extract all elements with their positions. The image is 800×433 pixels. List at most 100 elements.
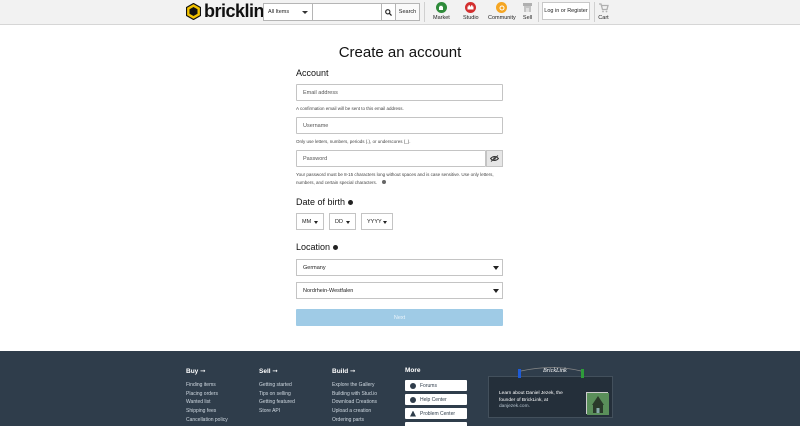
password-field[interactable]: Password [296, 150, 486, 167]
login-register-button[interactable]: Log in or Register [542, 2, 590, 20]
chat-bubble-icon [410, 382, 416, 389]
danjezek-link[interactable]: danjezek.com. [499, 404, 530, 409]
chevron-down-icon [302, 11, 308, 14]
footer-buy-heading[interactable]: Buy ➞ [186, 367, 228, 375]
footer-link[interactable]: Store API [259, 407, 295, 416]
page-title: Create an account [338, 44, 462, 61]
bricklink-logo[interactable]: bricklink [186, 2, 274, 21]
info-icon[interactable] [348, 199, 354, 205]
footer-link[interactable]: Shipping fees [186, 407, 228, 416]
info-icon[interactable] [333, 244, 339, 250]
bricklink-signature: BrickLink [543, 368, 567, 374]
region-value: Nordrhein-Westfalen [303, 287, 354, 294]
footer-link[interactable]: Download Creations [332, 398, 377, 407]
founder-promo[interactable]: Learn about Daniel Jezek, the founder of… [488, 376, 613, 418]
market-icon [435, 2, 447, 13]
footer-build-column: Build ➞ Explore the Gallery Building wit… [332, 367, 377, 425]
country-select[interactable]: Germany [296, 259, 503, 276]
region-select[interactable]: Nordrhein-Westfalen [296, 282, 503, 299]
footer-link[interactable]: Upload a creation [332, 407, 377, 416]
location-heading-text: Location [296, 242, 331, 252]
footer-more-heading: More [405, 367, 421, 374]
chevron-down-icon [493, 266, 499, 270]
dob-day-value: DD [335, 218, 343, 225]
site-footer [0, 351, 800, 426]
nav-sell-label: Sell [522, 15, 533, 21]
footer-link[interactable]: Wanted list [186, 398, 228, 407]
help-center-button[interactable]: Help Center [405, 394, 467, 405]
eye-slash-icon [490, 155, 499, 162]
footer-link[interactable]: Getting started [259, 381, 295, 390]
warning-icon [410, 410, 416, 417]
nav-community-label: Community [488, 15, 516, 21]
footer-link[interactable]: Explore the Gallery [332, 381, 377, 390]
account-heading-text: Account [296, 68, 329, 78]
footer-link[interactable]: Ordering parts [332, 416, 377, 425]
dob-year-select[interactable]: YYYY [361, 213, 393, 230]
problem-center-label: Problem Center [420, 410, 456, 417]
header-divider [538, 2, 539, 22]
username-hint: Only use letters, numbers, periods (.), … [296, 139, 411, 144]
help-center-label: Help Center [420, 396, 447, 403]
country-value: Germany [303, 264, 326, 271]
more-button-partial[interactable] [405, 422, 467, 433]
location-heading: Location [296, 242, 339, 252]
nav-market-label: Market [433, 15, 450, 21]
chevron-down-icon [493, 289, 499, 293]
nav-sell[interactable]: Sell [522, 2, 533, 21]
footer-link[interactable]: Building with Stud.io [332, 390, 377, 399]
problem-center-button[interactable]: Problem Center [405, 408, 467, 419]
chevron-down-icon [383, 221, 387, 224]
chevron-down-icon [314, 221, 318, 224]
footer-sell-column: Sell ➞ Getting started Tips on selling G… [259, 367, 295, 416]
header-divider [594, 2, 595, 22]
category-select[interactable]: All Items [263, 3, 312, 21]
forums-label: Forums [420, 382, 437, 389]
password-hint: Your password must be 8-15 characters lo… [296, 171, 501, 186]
footer-link[interactable]: Getting featured [259, 398, 295, 407]
search-button[interactable]: Search [396, 3, 420, 21]
footer-build-heading[interactable]: Build ➞ [332, 367, 377, 375]
username-placeholder: Username [303, 122, 329, 129]
sell-icon [523, 3, 532, 12]
community-icon [496, 2, 508, 13]
footer-sell-heading[interactable]: Sell ➞ [259, 367, 295, 375]
nav-community[interactable]: Community [488, 2, 516, 21]
nav-market[interactable]: Market [433, 2, 450, 21]
header-divider [424, 2, 425, 22]
promo-text-a: Learn about Daniel Jezek, the founder of… [499, 391, 563, 403]
forums-button[interactable]: Forums [405, 380, 467, 391]
next-button[interactable]: Next [296, 309, 503, 326]
nav-studio-label: Studio [463, 15, 479, 21]
footer-link[interactable]: Placing orders [186, 390, 228, 399]
question-icon [410, 396, 416, 403]
nav-studio[interactable]: Studio [463, 2, 479, 21]
cart-icon [599, 3, 609, 13]
email-placeholder: Email address [303, 89, 338, 96]
dob-month-select[interactable]: MM [296, 213, 324, 230]
dob-month-value: MM [302, 218, 312, 225]
footer-buy-column: Buy ➞ Finding items Placing orders Wante… [186, 367, 228, 425]
nav-cart-label: Cart [598, 15, 609, 21]
dob-day-select[interactable]: DD [329, 213, 356, 230]
search-input[interactable] [312, 3, 382, 21]
footer-link[interactable]: Finding items [186, 381, 228, 390]
password-placeholder: Password [303, 155, 328, 162]
castle-image [586, 392, 609, 415]
dob-heading: Date of birth [296, 197, 354, 207]
account-heading: Account [296, 68, 329, 78]
dob-year-value: YYYY [367, 218, 382, 225]
info-icon[interactable] [382, 179, 387, 184]
search-icon-button[interactable] [382, 3, 396, 21]
site-header: bricklink All Items Search Market Studio… [0, 0, 800, 25]
footer-link[interactable]: Cancellation policy [186, 416, 228, 425]
dob-heading-text: Date of birth [296, 197, 346, 207]
footer-link[interactable]: Tips on selling [259, 390, 295, 399]
footer-more-column: More [405, 367, 421, 380]
nav-cart[interactable]: Cart [598, 2, 609, 21]
chevron-down-icon [346, 221, 350, 224]
email-field[interactable]: Email address [296, 84, 503, 101]
username-field[interactable]: Username [296, 117, 503, 134]
studio-icon [465, 2, 477, 13]
toggle-password-visibility-button[interactable] [486, 150, 503, 167]
